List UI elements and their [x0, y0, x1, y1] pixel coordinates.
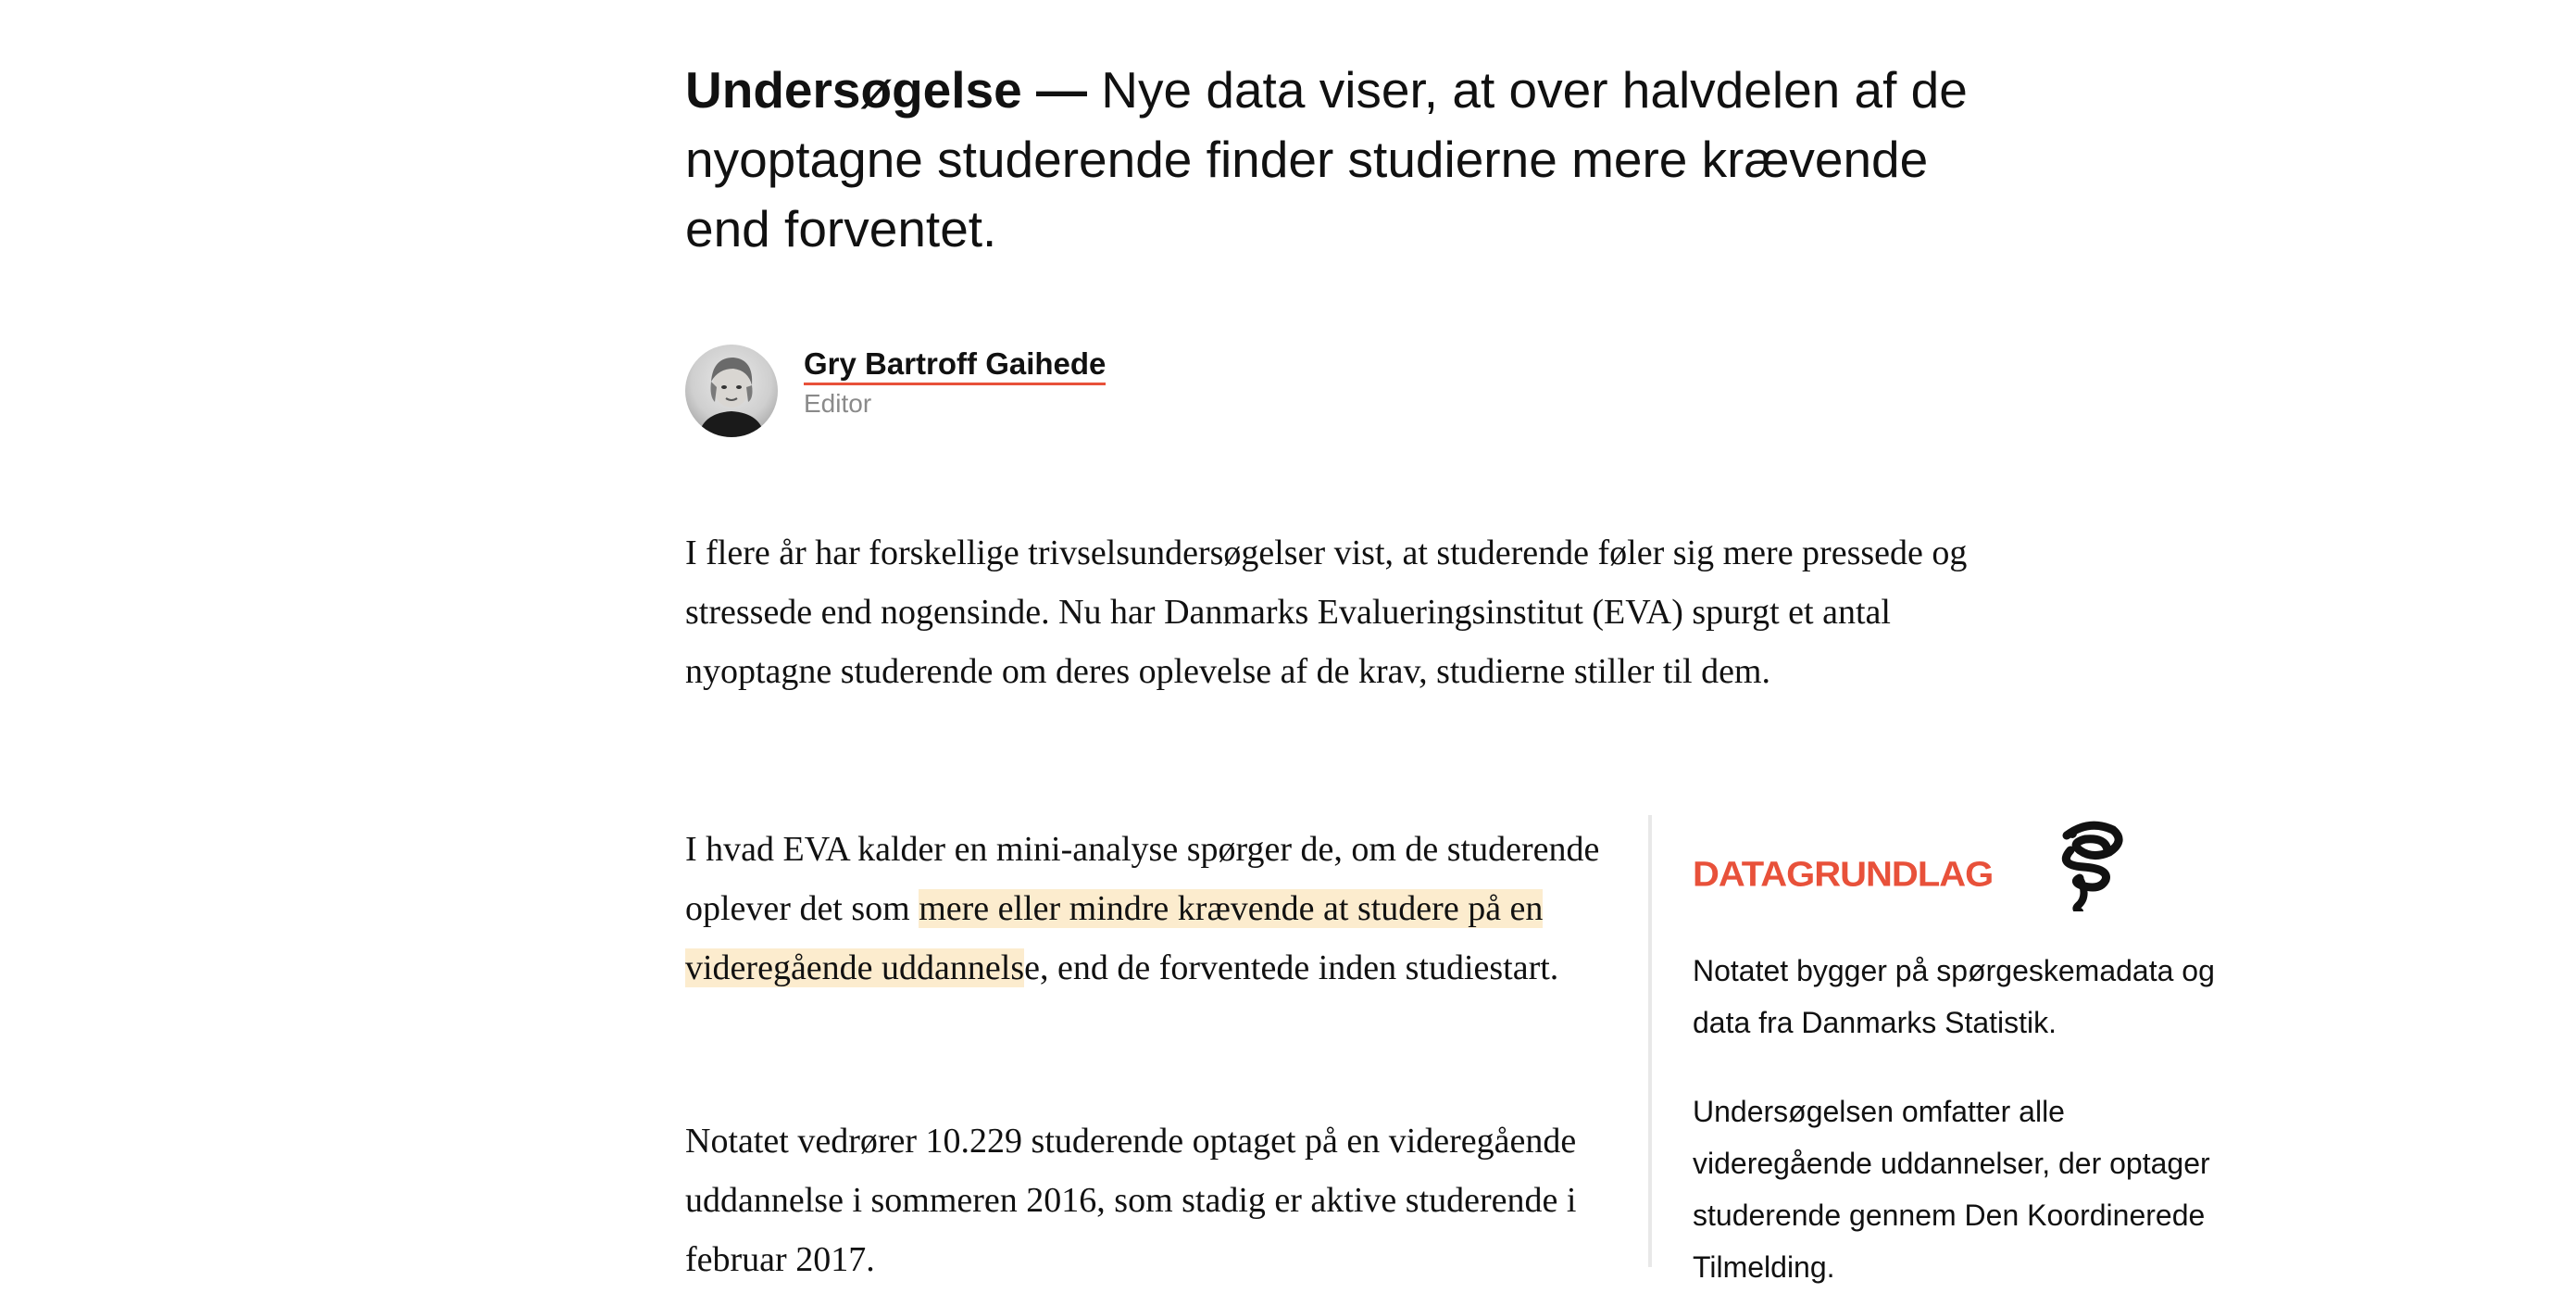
author-name-link[interactable]: Gry Bartroff Gaihede: [804, 346, 1107, 385]
article-lede-container: Undersøgelse — Nye data viser, at over h…: [685, 56, 2000, 264]
body-paragraph-3: Notatet vedrører 10.229 studerende optag…: [685, 1122, 1577, 1279]
author-role: Editor: [804, 389, 872, 418]
factbox-paragraph-2: Undersøgelsen omfatter alle videregående…: [1693, 1095, 2210, 1284]
body-paragraph-2: I hvad EVA kalder en mini-analyse spørge…: [685, 820, 1611, 998]
avatar-portrait-icon: [698, 358, 765, 437]
byline-text: Gry Bartroff Gaihede Editor: [804, 346, 1107, 419]
byline: Gry Bartroff Gaihede Editor: [685, 345, 1107, 437]
author-avatar[interactable]: [685, 345, 778, 437]
factbox: DATAGRUNDLAG Notatet bygger på spørgeske…: [1693, 815, 2248, 1293]
body-paragraph-1: I flere år har forskellige trivselsunder…: [685, 534, 1968, 691]
factbox-header: DATAGRUNDLAG: [1693, 815, 2248, 926]
lede-kicker: Undersøgelse —: [685, 61, 1088, 119]
factbox-paragraph-1: Notatet bygger på spørgeskemadata og dat…: [1693, 954, 2215, 1039]
serpent-logo-icon: [2052, 819, 2126, 916]
factbox-divider: [1648, 815, 1652, 1267]
factbox-title: DATAGRUNDLAG: [1693, 854, 1994, 894]
p2-after: e, end de forventede inden studiestart.: [1024, 948, 1559, 987]
article-lede: Undersøgelse — Nye data viser, at over h…: [685, 56, 2019, 264]
